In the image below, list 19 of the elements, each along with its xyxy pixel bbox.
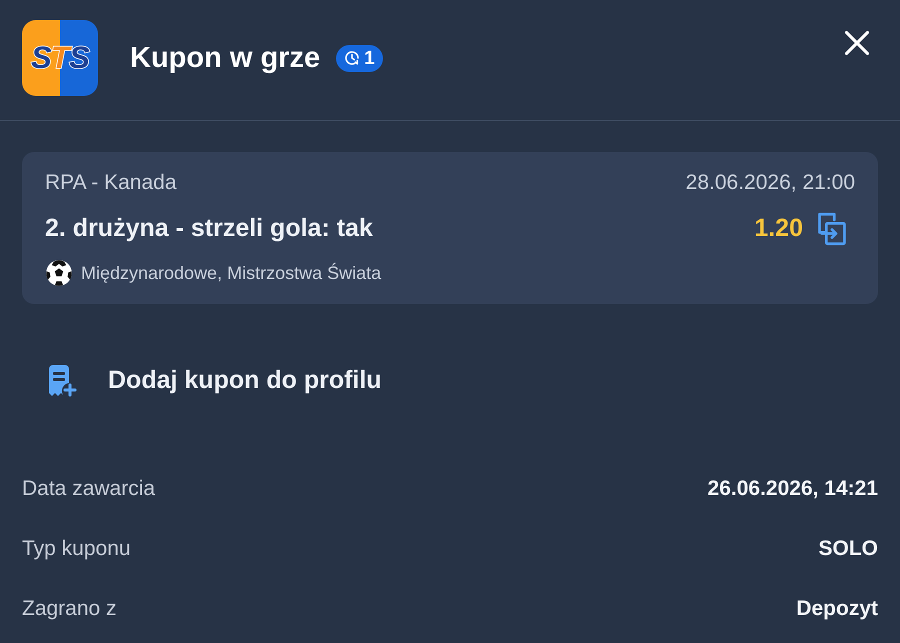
dialog-title: Kupon w grze bbox=[130, 44, 320, 72]
competition-name: Międzynarodowe, Mistrzostwa Świata bbox=[81, 262, 382, 285]
detail-value: SOLO bbox=[818, 536, 878, 562]
soccer-ball-icon bbox=[45, 259, 73, 287]
ticket-add-icon bbox=[47, 364, 77, 398]
detail-label: Zagrano z bbox=[22, 596, 117, 622]
odds-value: 1.20 bbox=[754, 213, 803, 244]
clock-icon bbox=[344, 50, 360, 66]
detail-value: 26.06.2026, 14:21 bbox=[708, 476, 878, 502]
copy-arrow-icon[interactable] bbox=[817, 212, 847, 246]
detail-label: Data zawarcia bbox=[22, 476, 156, 502]
close-icon bbox=[843, 29, 871, 57]
add-to-profile-button[interactable]: Dodaj kupon do profilu bbox=[40, 353, 389, 409]
bet-selection: 2. drużyna - strzeli gola: tak bbox=[45, 213, 373, 244]
detail-label: Typ kuponu bbox=[22, 536, 131, 562]
event-name: RPA - Kanada bbox=[45, 170, 177, 196]
event-datetime: 28.06.2026, 21:00 bbox=[686, 170, 855, 196]
badge-count: 1 bbox=[364, 48, 375, 68]
detail-value: Depozyt bbox=[796, 596, 878, 622]
